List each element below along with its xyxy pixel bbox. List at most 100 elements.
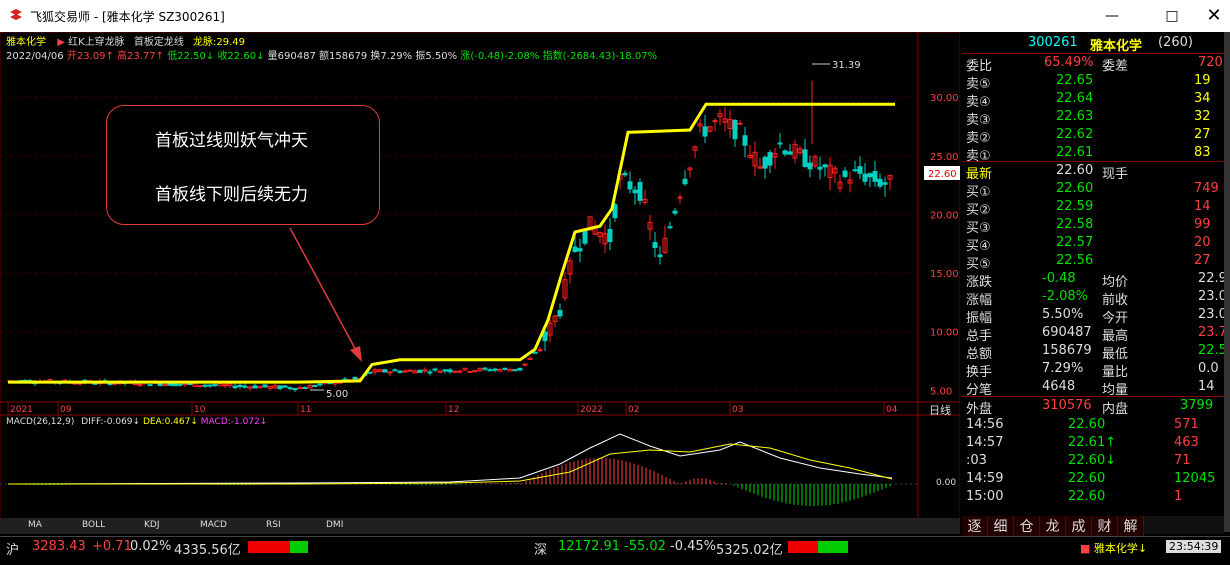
buy-price: 22.60 [1056, 181, 1094, 196]
buy-price: 22.56 [1056, 253, 1094, 268]
tab-zhu[interactable]: 逐 [962, 516, 988, 536]
candle-body [242, 385, 248, 388]
tick-row[interactable]: 14:59 22.60 12045 [962, 470, 1224, 488]
tick-row[interactable]: 15:00 22.60 1 [962, 488, 1224, 506]
buy-volume: 14 [1194, 199, 1211, 214]
title-bar: 飞狐交易师 - [雅本化学 SZ300261] — □ ✕ [0, 0, 1230, 32]
tick-row[interactable]: 14:56 22.60 571 [962, 416, 1224, 434]
buy-row[interactable]: 买① 22.60 749 [962, 180, 1224, 200]
indicator-boll[interactable]: BOLL [82, 520, 105, 530]
candle-body [202, 384, 208, 387]
sell-row[interactable]: 卖① 22.61 83 [962, 144, 1224, 164]
stat-row[interactable]: 总额 158679 最低 22.5 [962, 342, 1227, 362]
candle-body [572, 246, 578, 253]
tick-volume: 71 [1174, 453, 1191, 468]
candle-body [732, 119, 738, 140]
candle-body [667, 226, 673, 229]
buy-row[interactable]: 买③ 22.58 99 [962, 216, 1224, 236]
sh-breadth-bar [248, 541, 308, 557]
x-tick-label: 12 [448, 405, 459, 415]
tick-volume: 1 [1174, 489, 1183, 504]
sh-index: 3283.43 [32, 539, 86, 554]
sell-row[interactable]: 卖④ 22.64 34 [962, 90, 1224, 110]
buy-row[interactable]: 买④ 22.57 20 [962, 234, 1224, 254]
buy-row[interactable]: 买⑤ 22.56 27 [962, 252, 1224, 272]
sh-amount: 4335.56亿 [174, 543, 241, 558]
candle-body [317, 383, 323, 386]
tick-volume: 12045 [1174, 471, 1216, 486]
app-logo-icon [10, 9, 22, 20]
indicator-macd[interactable]: MACD [200, 520, 227, 530]
tab-long[interactable]: 龙 [1040, 516, 1066, 536]
candle-body [862, 173, 868, 182]
window-title: 飞狐交易师 - [雅本化学 SZ300261] [30, 10, 225, 24]
buy-volume: 749 [1194, 181, 1219, 196]
candle-body [767, 152, 773, 166]
y-tick-label: 25.00 [930, 152, 959, 163]
stat-value: 5.50% [1042, 307, 1084, 322]
candle-body [677, 196, 683, 199]
scrollbar[interactable] [1224, 32, 1230, 532]
sell-volume: 83 [1194, 145, 1211, 160]
sell-volume: 32 [1194, 109, 1211, 124]
sell-row[interactable]: 卖③ 22.63 32 [962, 108, 1224, 128]
quote-header: 300261 雅本化学 (260) [962, 34, 1224, 54]
indicator-ma[interactable]: MA [28, 520, 42, 530]
stat-value: 7.29% [1042, 361, 1084, 376]
weibi-value: 65.49% [1044, 55, 1094, 70]
status-stock[interactable]: ■ 雅本化学↓ [1080, 540, 1147, 556]
indicator-rsi[interactable]: RSI [266, 520, 281, 530]
tab-xi[interactable]: 细 [988, 516, 1014, 536]
buy-row[interactable]: 买② 22.59 14 [962, 198, 1224, 218]
candle-body [282, 385, 288, 388]
tab-cai[interactable]: 财 [1092, 516, 1118, 536]
candle-body [212, 384, 218, 387]
candle-body [207, 384, 213, 387]
candle-body [522, 363, 528, 366]
stat-row[interactable]: 分笔 4648 均量 14 [962, 378, 1224, 398]
maximize-button[interactable]: □ [1162, 6, 1182, 26]
stat-row[interactable]: 总手 690487 最高 23.7 [962, 324, 1227, 344]
x-tick-label: 2022 [580, 405, 603, 415]
stat-row[interactable]: 涨跌 -0.48 均价 22.9 [962, 270, 1227, 290]
current-price-tag: 22.60 [924, 166, 960, 180]
close-button[interactable]: ✕ [1204, 6, 1224, 26]
candle-body [657, 254, 663, 258]
stat-row[interactable]: 换手 7.29% 量比 0.0 [962, 360, 1224, 380]
stat-row[interactable]: 涨幅 -2.08% 前收 23.0 [962, 288, 1227, 308]
tab-cang[interactable]: 仓 [1014, 516, 1040, 536]
minimize-button[interactable]: — [1102, 6, 1122, 26]
sell-row[interactable]: 卖② 22.62 27 [962, 126, 1224, 146]
tick-time: 15:00 [966, 489, 1004, 504]
indicator-dmi[interactable]: DMI [326, 520, 343, 530]
candle-body [672, 210, 678, 214]
stat-value-2: 22.5 [1198, 343, 1227, 358]
header-close: 收22.60↓ [217, 51, 265, 62]
x-tick-label: 09 [60, 405, 72, 415]
tick-row[interactable]: :03 22.60↓ 71 [962, 452, 1224, 470]
candle-body [857, 166, 863, 174]
annotation-arrow [289, 227, 362, 362]
quote-panel: 300261 雅本化学 (260) 委比 65.49% 委差 720 卖⑤ 22.… [962, 32, 1227, 532]
weibi-row: 委比 65.49% 委差 720 [962, 53, 1224, 74]
candle-body [277, 385, 283, 390]
latest-row: 最新 22.60 现手 [962, 161, 1224, 182]
candle-body [777, 142, 783, 145]
candle-body [482, 367, 488, 370]
waipan-label: 外盘 [966, 402, 993, 417]
tab-cheng[interactable]: 成 [1066, 516, 1092, 536]
indicator-kdj[interactable]: KDJ [144, 520, 160, 530]
quote-count: (260) [1158, 35, 1193, 50]
status-stock-icon: ■ [1080, 542, 1091, 555]
stat-row[interactable]: 振幅 5.50% 今开 23.0 [962, 306, 1227, 326]
candle-body [802, 149, 808, 168]
tick-price: 22.60↓ [1068, 453, 1117, 468]
tab-jie[interactable]: 解 [1118, 516, 1144, 536]
stat-value-2: 0.0 [1198, 361, 1219, 376]
period-label[interactable]: 日线 [929, 403, 951, 417]
candle-body [392, 369, 398, 372]
sell-row[interactable]: 卖⑤ 22.65 19 [962, 72, 1224, 92]
tick-row[interactable]: 14:57 22.61↑ 463 [962, 434, 1224, 452]
neipan-label: 内盘 [1102, 402, 1129, 417]
candle-body [807, 162, 813, 170]
